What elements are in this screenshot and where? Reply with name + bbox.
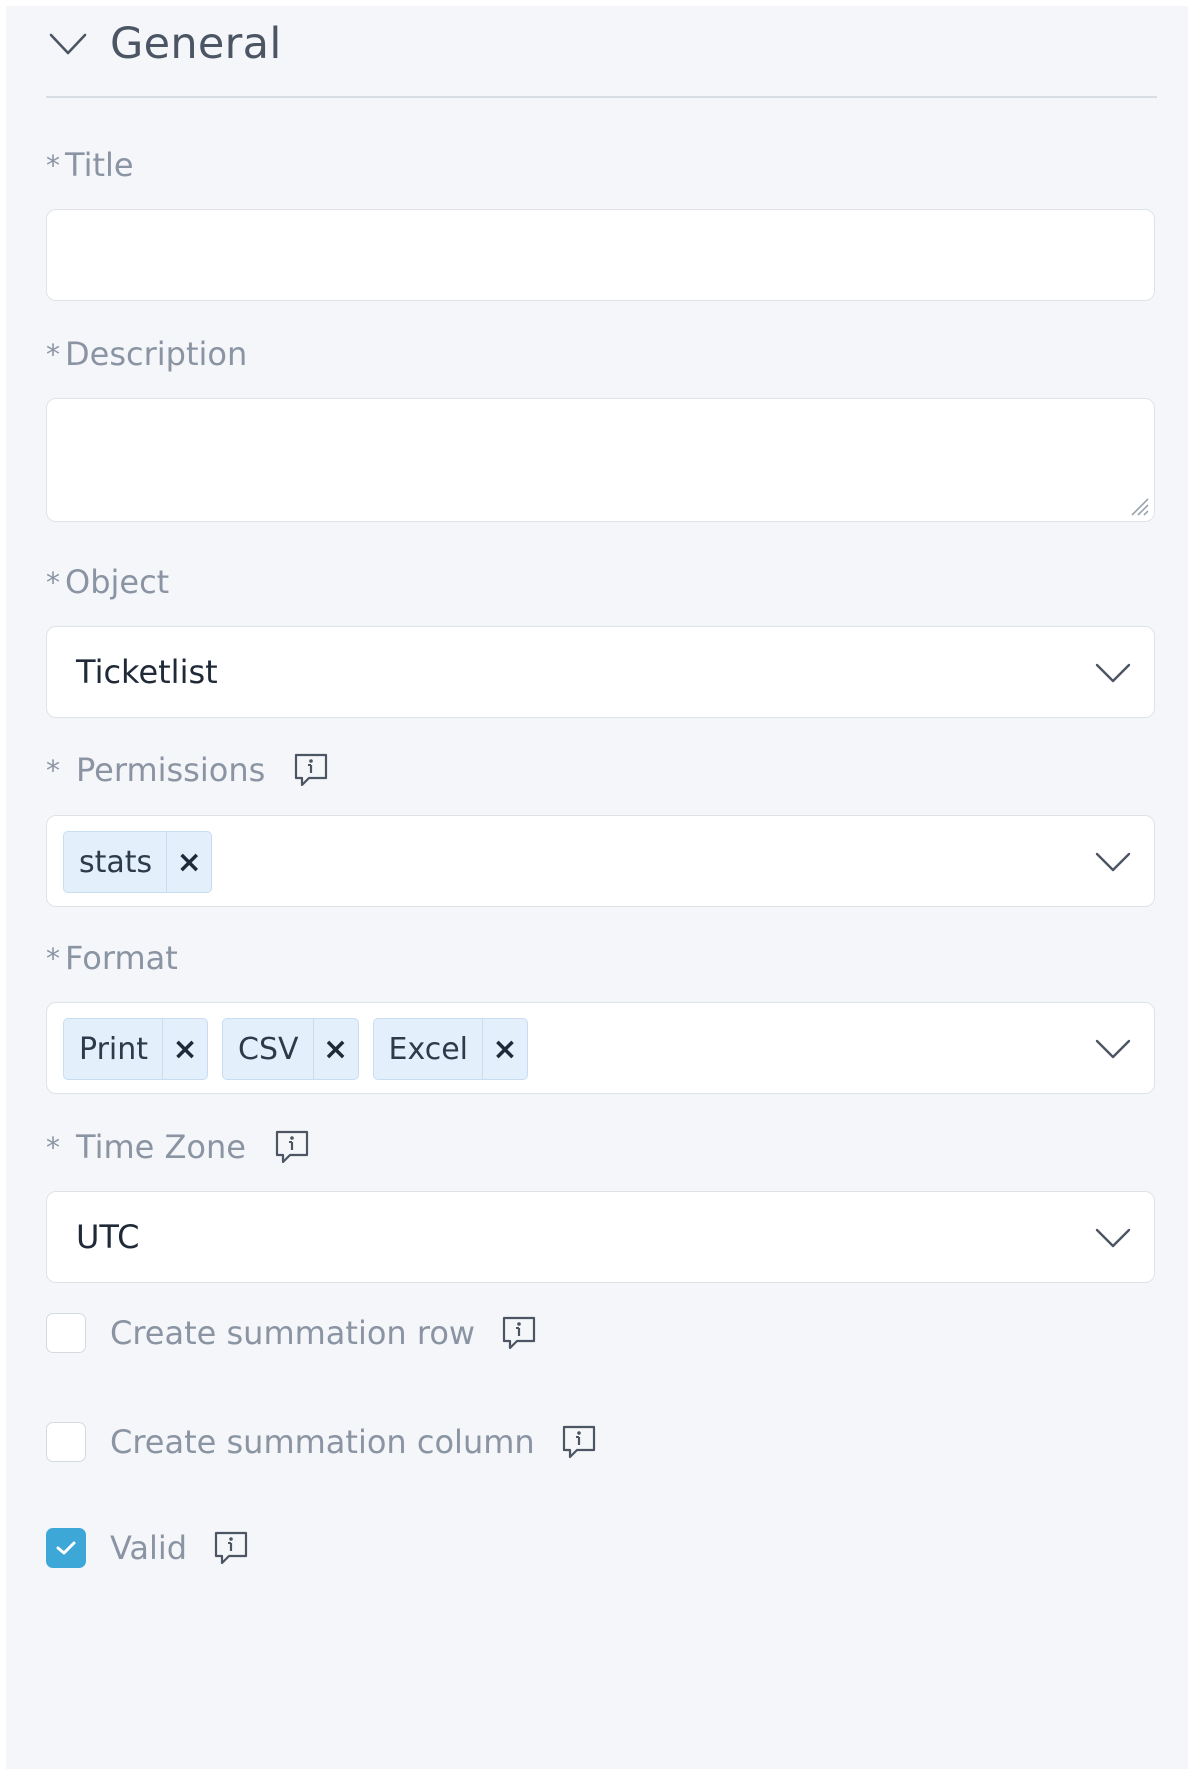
info-tooltip-icon[interactable] bbox=[559, 1422, 599, 1462]
timezone-select[interactable]: UTC bbox=[46, 1191, 1155, 1283]
tag-chip: CSV × bbox=[222, 1018, 359, 1080]
info-tooltip-icon[interactable] bbox=[291, 750, 331, 790]
tag-chip: Print × bbox=[63, 1018, 209, 1080]
tag-remove-icon[interactable]: × bbox=[162, 1019, 207, 1079]
chevron-down-icon[interactable] bbox=[1094, 1222, 1132, 1252]
tag-remove-icon[interactable]: × bbox=[166, 832, 211, 892]
chevron-down-icon[interactable] bbox=[1094, 846, 1132, 876]
title-input[interactable] bbox=[46, 209, 1155, 301]
section-title: General bbox=[110, 19, 282, 69]
tag-label: Excel bbox=[388, 1031, 468, 1067]
permissions-tag-list: stats × bbox=[63, 831, 213, 893]
title-label-text: Title bbox=[65, 146, 134, 184]
chevron-down-icon[interactable] bbox=[46, 29, 90, 59]
section-header-general[interactable]: General bbox=[46, 14, 282, 74]
summation-row-label[interactable]: Create summation row bbox=[110, 1314, 475, 1352]
object-label-text: Object bbox=[65, 563, 170, 601]
tag-chip: stats × bbox=[63, 831, 213, 893]
title-label: * Title bbox=[46, 146, 134, 184]
description-label-text: Description bbox=[65, 335, 248, 373]
tag-remove-icon[interactable]: × bbox=[312, 1019, 358, 1079]
timezone-label-text: Time Zone bbox=[76, 1128, 246, 1166]
required-marker: * bbox=[46, 1130, 60, 1164]
valid-option: Valid bbox=[46, 1528, 251, 1568]
permissions-multiselect[interactable]: stats × bbox=[46, 815, 1155, 907]
required-marker: * bbox=[46, 753, 60, 787]
description-textarea[interactable] bbox=[46, 398, 1155, 522]
format-tag-list: Print × CSV × Excel × bbox=[63, 1018, 528, 1080]
valid-checkbox[interactable] bbox=[46, 1528, 86, 1568]
summation-column-option: Create summation column bbox=[46, 1422, 599, 1462]
timezone-select-value: UTC bbox=[76, 1218, 140, 1256]
format-multiselect[interactable]: Print × CSV × Excel × bbox=[46, 1002, 1155, 1094]
required-marker: * bbox=[46, 148, 60, 182]
chevron-down-icon[interactable] bbox=[1094, 1033, 1132, 1063]
object-label: * Object bbox=[46, 563, 169, 601]
object-select[interactable]: Ticketlist bbox=[46, 626, 1155, 718]
chevron-down-icon[interactable] bbox=[1094, 657, 1132, 687]
required-marker: * bbox=[46, 941, 60, 975]
required-marker: * bbox=[46, 565, 60, 599]
permissions-label: * Permissions bbox=[46, 750, 331, 790]
tag-label: Print bbox=[79, 1031, 149, 1067]
object-select-value: Ticketlist bbox=[76, 653, 218, 691]
permissions-label-text: Permissions bbox=[76, 751, 266, 789]
tag-label: stats bbox=[79, 844, 153, 880]
summation-column-checkbox[interactable] bbox=[46, 1422, 86, 1462]
tag-chip: Excel × bbox=[372, 1018, 528, 1080]
description-label: * Description bbox=[46, 335, 247, 373]
info-tooltip-icon[interactable] bbox=[211, 1528, 251, 1568]
info-tooltip-icon[interactable] bbox=[499, 1313, 539, 1353]
summation-row-option: Create summation row bbox=[46, 1313, 539, 1353]
required-marker: * bbox=[46, 337, 60, 371]
summation-column-label[interactable]: Create summation column bbox=[110, 1423, 535, 1461]
valid-label[interactable]: Valid bbox=[110, 1529, 187, 1567]
section-divider bbox=[46, 96, 1157, 98]
checkmark-icon bbox=[56, 1541, 76, 1555]
summation-row-checkbox[interactable] bbox=[46, 1313, 86, 1353]
tag-label: CSV bbox=[238, 1031, 299, 1067]
format-label-text: Format bbox=[65, 939, 178, 977]
info-tooltip-icon[interactable] bbox=[272, 1127, 312, 1167]
tag-remove-icon[interactable]: × bbox=[482, 1019, 527, 1079]
resize-grip-icon[interactable] bbox=[1128, 495, 1150, 517]
timezone-label: * Time Zone bbox=[46, 1127, 312, 1167]
format-label: * Format bbox=[46, 939, 178, 977]
